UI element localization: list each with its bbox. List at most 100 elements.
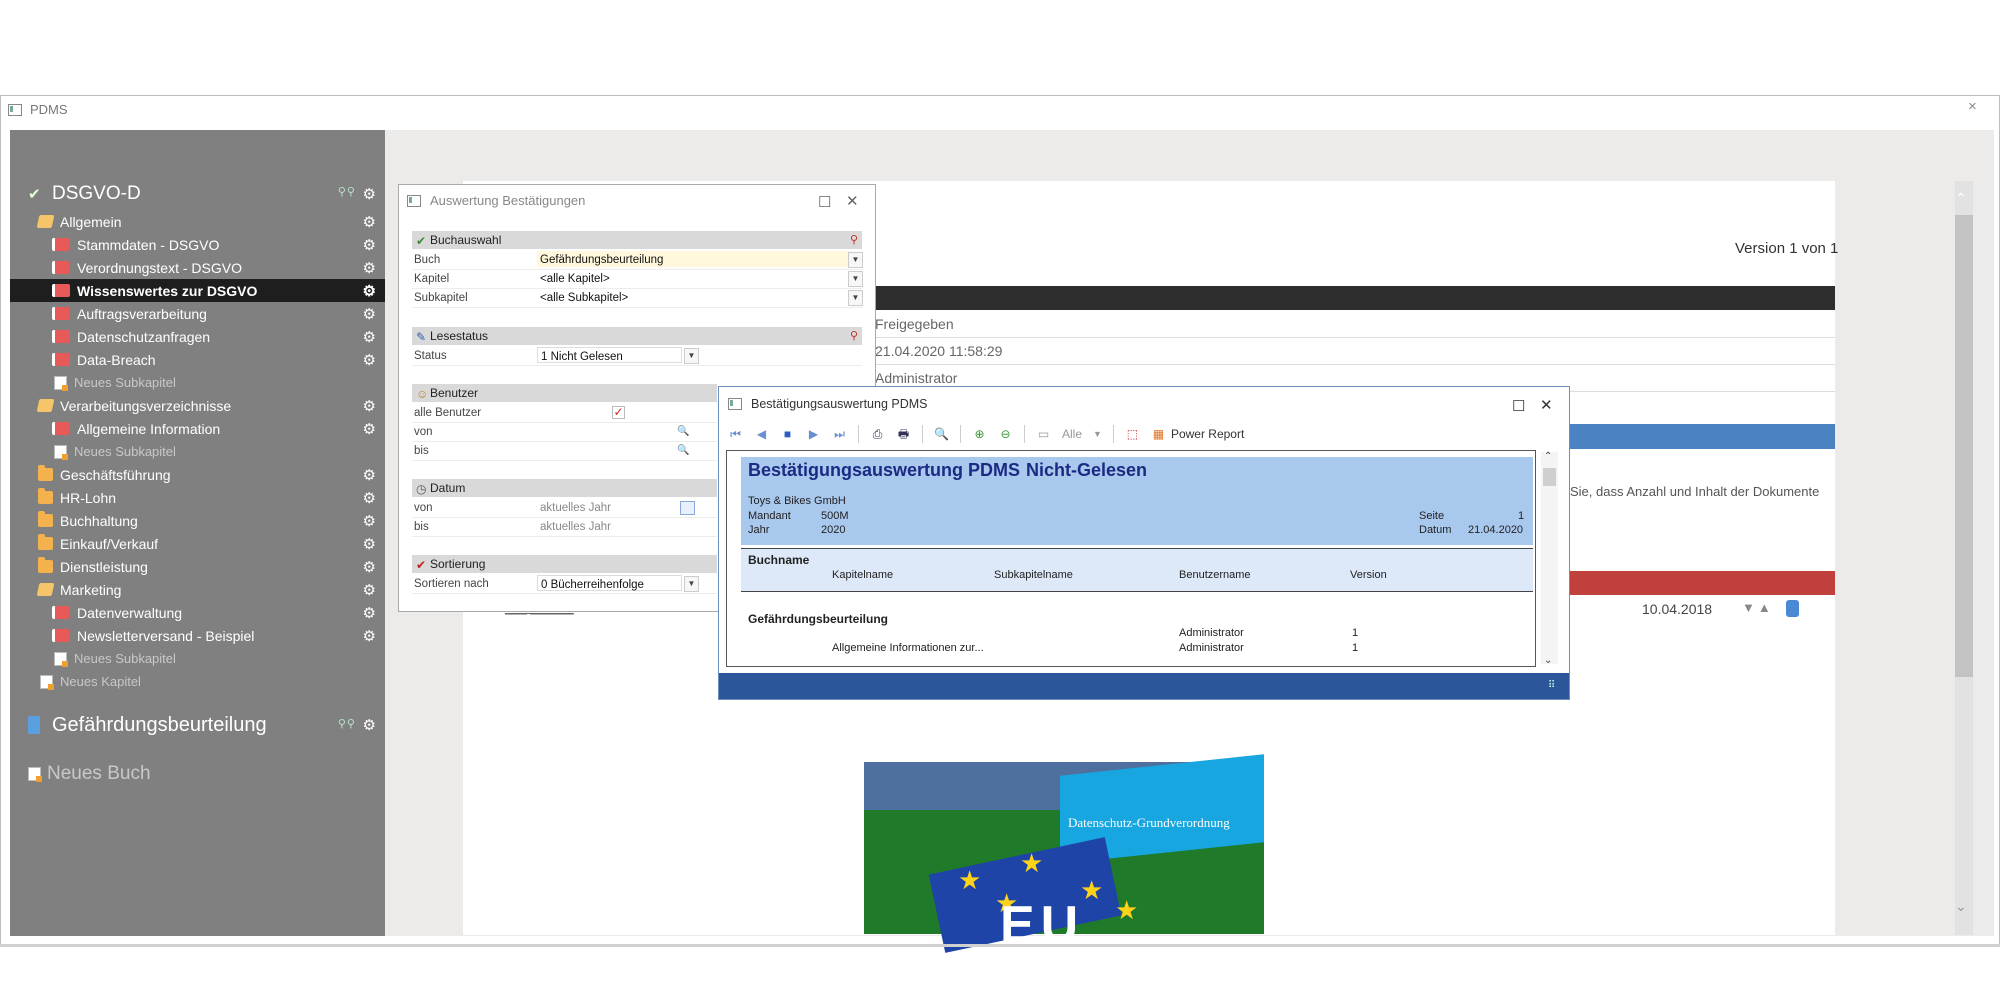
pdf-icon[interactable]: ⬚ (1125, 427, 1140, 441)
sidebar-item-verordnungstext[interactable]: Verordnungstext - DSGVO ⚙ (10, 256, 385, 279)
zoom-out-icon[interactable]: ⊖ (998, 427, 1013, 441)
sidebar-item-hr-lohn[interactable]: HR-Lohn ⚙ (10, 486, 385, 509)
chevron-down-icon[interactable]: ▼ (684, 576, 699, 592)
last-page-icon[interactable]: ⏭ (832, 427, 847, 441)
gear-icon[interactable]: ⚙ (363, 581, 376, 599)
field-datum-bis: bis aktuelles Jahr (412, 518, 717, 537)
sortieren-select[interactable]: 0 Bücherreihenfolge (537, 575, 682, 591)
main-scrollbar-thumb[interactable] (1955, 215, 1973, 677)
scroll-up-icon[interactable]: ⌃ (1955, 190, 1967, 207)
sidebar-item-allgemeine-information[interactable]: Allgemeine Information ⚙ (10, 417, 385, 440)
sidebar-item-einkauf-verkauf[interactable]: Einkauf/Verkauf ⚙ (10, 532, 385, 555)
pages-select[interactable]: Alle (1062, 427, 1082, 441)
gear-icon[interactable]: ⚙ (363, 282, 376, 300)
scroll-up-icon[interactable]: ⌃ (1544, 451, 1552, 462)
book-gefaehrdungsbeurteilung[interactable]: Gefährdungsbeurteilung ⚲⚲ ⚙ (10, 710, 385, 740)
sidebar-item-datenverwaltung[interactable]: Datenverwaltung ⚙ (10, 601, 385, 624)
chevron-down-icon[interactable]: ▼ (684, 348, 699, 364)
benutzer-bis-input[interactable] (537, 442, 697, 458)
close-button[interactable]: ✕ (846, 192, 859, 210)
gear-icon[interactable]: ⚙ (363, 558, 376, 576)
sidebar-item-verarbeitungsverzeichnisse[interactable]: Verarbeitungsverzeichnisse ⚙ (10, 394, 385, 417)
benutzer-von-input[interactable] (537, 423, 697, 439)
search-icon[interactable]: 🔍 (677, 423, 689, 441)
gear-icon[interactable]: ⚙ (363, 716, 376, 734)
new-book-item[interactable]: Neues Buch (10, 759, 385, 789)
sidebar-item-neues-kapitel[interactable]: Neues Kapitel (10, 670, 385, 693)
zoom-icon[interactable]: 🔍 (934, 427, 949, 441)
datum-bis-input[interactable]: aktuelles Jahr (537, 518, 677, 534)
sidebar-item-allgemein[interactable]: Allgemein ⚙ (10, 210, 385, 233)
sidebar-item-neues-subkapitel[interactable]: Neues Subkapitel (10, 371, 385, 394)
gear-icon[interactable]: ⚙ (363, 236, 376, 254)
search-icon[interactable]: 🔍 (677, 442, 689, 460)
power-report-icon[interactable]: ▦ (1151, 427, 1166, 441)
sidebar-item-label: Datenschutzanfragen (77, 328, 211, 345)
stop-icon[interactable]: ■ (780, 427, 795, 441)
sidebar-item-stammdaten[interactable]: Stammdaten - DSGVO ⚙ (10, 233, 385, 256)
close-button[interactable]: ✕ (1540, 396, 1553, 414)
pin-icon[interactable]: ⚲ (850, 327, 858, 345)
gear-icon[interactable]: ⚙ (363, 185, 376, 203)
chevron-down-icon[interactable]: ▼ (848, 290, 863, 306)
first-page-icon[interactable]: ⏮ (728, 427, 743, 441)
window-close-button[interactable]: × (1968, 98, 1977, 115)
gear-icon[interactable]: ⚙ (363, 397, 376, 415)
chevron-down-icon[interactable]: ▼ (1093, 429, 1102, 439)
status-select[interactable]: 1 Nicht Gelesen (537, 347, 682, 363)
gear-icon[interactable]: ⚙ (363, 489, 376, 507)
report-status: Nicht-Gelesen (1026, 460, 1148, 480)
datum-von-input[interactable]: aktuelles Jahr (537, 499, 677, 515)
gear-icon[interactable]: ⚙ (363, 351, 376, 369)
alle-benutzer-checkbox[interactable]: ✓ (612, 406, 625, 419)
gear-icon[interactable]: ⚙ (363, 627, 376, 645)
calendar-picker-icon[interactable] (680, 501, 695, 515)
sidebar-item-neues-subkapitel[interactable]: Neues Subkapitel (10, 647, 385, 670)
sidebar-item-newsletterversand[interactable]: Newsletterversand - Beispiel ⚙ (10, 624, 385, 647)
sidebar-item-geschaeftsfuehrung[interactable]: Geschäftsführung ⚙ (10, 463, 385, 486)
resize-grip-icon[interactable]: ⠿ (1548, 680, 1555, 691)
sidebar-item-dienstleistung[interactable]: Dienstleistung ⚙ (10, 555, 385, 578)
gear-icon[interactable]: ⚙ (363, 512, 376, 530)
gear-icon[interactable]: ⚙ (363, 213, 376, 231)
star-icon: ★ (1020, 848, 1044, 878)
pin-icons[interactable]: ⚲⚲ (338, 717, 356, 730)
gear-icon[interactable]: ⚙ (363, 535, 376, 553)
sidebar-item-wissenswertes[interactable]: Wissenswertes zur DSGVO ⚙ (10, 279, 385, 302)
next-page-icon[interactable]: ▶ (806, 427, 821, 441)
kapitel-select[interactable]: <alle Kapitel> (537, 270, 852, 286)
row-version: 1 (1352, 627, 1359, 639)
scroll-down-icon[interactable]: ⌄ (1955, 898, 1967, 915)
buch-select[interactable]: Gefährdungsbeurteilung (537, 251, 852, 267)
gear-icon[interactable]: ⚙ (363, 466, 376, 484)
previous-page-icon[interactable]: ◀ (754, 427, 769, 441)
sidebar-item-buchhaltung[interactable]: Buchhaltung ⚙ (10, 509, 385, 532)
sidebar-item-auftragsverarbeitung[interactable]: Auftragsverarbeitung ⚙ (10, 302, 385, 325)
database-icon[interactable] (1786, 600, 1799, 617)
gear-icon[interactable]: ⚙ (363, 604, 376, 622)
maximize-button[interactable]: ☐ (1512, 397, 1525, 415)
open-icon[interactable]: ⎙ (870, 427, 885, 441)
sidebar-item-datenschutzanfragen[interactable]: Datenschutzanfragen ⚙ (10, 325, 385, 348)
print-icon[interactable]: 🖶 (896, 427, 911, 441)
sort-arrow-icons[interactable]: ▼▲ (1742, 600, 1774, 615)
pin-icons[interactable]: ⚲⚲ (338, 185, 356, 198)
maximize-button[interactable]: ☐ (818, 193, 831, 211)
gear-icon[interactable]: ⚙ (363, 328, 376, 346)
pin-icon[interactable]: ⚲ (850, 231, 858, 249)
power-report-button[interactable]: Power Report (1171, 427, 1244, 441)
sidebar-item-marketing[interactable]: Marketing ⚙ (10, 578, 385, 601)
zoom-in-icon[interactable]: ⊕ (972, 427, 987, 441)
book-dsgvo-d[interactable]: ✔ DSGVO-D ⚲⚲ ⚙ (10, 180, 385, 208)
page-view-icon[interactable]: ▭ (1036, 427, 1051, 441)
subkapitel-select[interactable]: <alle Subkapitel> (537, 289, 852, 305)
sidebar-item-data-breach[interactable]: Data-Breach ⚙ (10, 348, 385, 371)
gear-icon[interactable]: ⚙ (363, 420, 376, 438)
report-scrollbar-thumb[interactable] (1543, 468, 1556, 486)
scroll-down-icon[interactable]: ⌄ (1544, 655, 1552, 666)
chevron-down-icon[interactable]: ▼ (848, 252, 863, 268)
gear-icon[interactable]: ⚙ (363, 259, 376, 277)
gear-icon[interactable]: ⚙ (363, 305, 376, 323)
sidebar-item-neues-subkapitel[interactable]: Neues Subkapitel (10, 440, 385, 463)
chevron-down-icon[interactable]: ▼ (848, 271, 863, 287)
